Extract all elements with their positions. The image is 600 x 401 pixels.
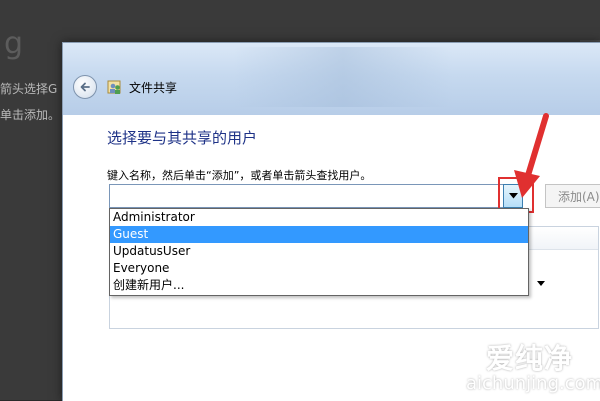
background-text-line1: 箭头选择G: [0, 82, 58, 96]
dropdown-option-administrator[interactable]: Administrator: [110, 209, 528, 226]
dropdown-option-updatususer[interactable]: UpdatusUser: [110, 243, 528, 260]
watermark-name: 爱纯净: [486, 342, 574, 375]
watermark-logo-icon: [402, 345, 454, 389]
user-name-field[interactable]: [109, 184, 503, 208]
title-bar: 文件共享: [63, 43, 600, 115]
window-title: 文件共享: [129, 81, 178, 95]
table-column-chevron-icon[interactable]: [537, 281, 545, 287]
background-text-line2: 单击添加。: [0, 108, 61, 122]
background-letter: g: [4, 26, 24, 61]
user-dropdown-list: Administrator Guest UpdatusUser Everyone…: [109, 208, 529, 296]
instruction-text: 键入名称，然后单击“添加”，或者单击箭头查找用户。: [107, 169, 372, 182]
back-button[interactable]: [73, 75, 97, 99]
back-arrow-icon: [80, 82, 90, 92]
red-annotation-arrow: [514, 113, 549, 198]
dropdown-option-everyone[interactable]: Everyone: [110, 260, 528, 277]
file-share-icon: [107, 80, 121, 94]
watermark: 爱纯净 aichunjing.com: [398, 335, 600, 400]
user-name-input[interactable]: [110, 185, 503, 207]
dropdown-option-create-new-user[interactable]: 创建新用户...: [110, 277, 528, 294]
watermark-url: aichunjing.com: [466, 373, 600, 394]
page-heading: 选择要与其共享的用户: [107, 129, 258, 147]
dropdown-option-guest[interactable]: Guest: [110, 226, 528, 243]
title-bar-glass: [233, 47, 453, 107]
